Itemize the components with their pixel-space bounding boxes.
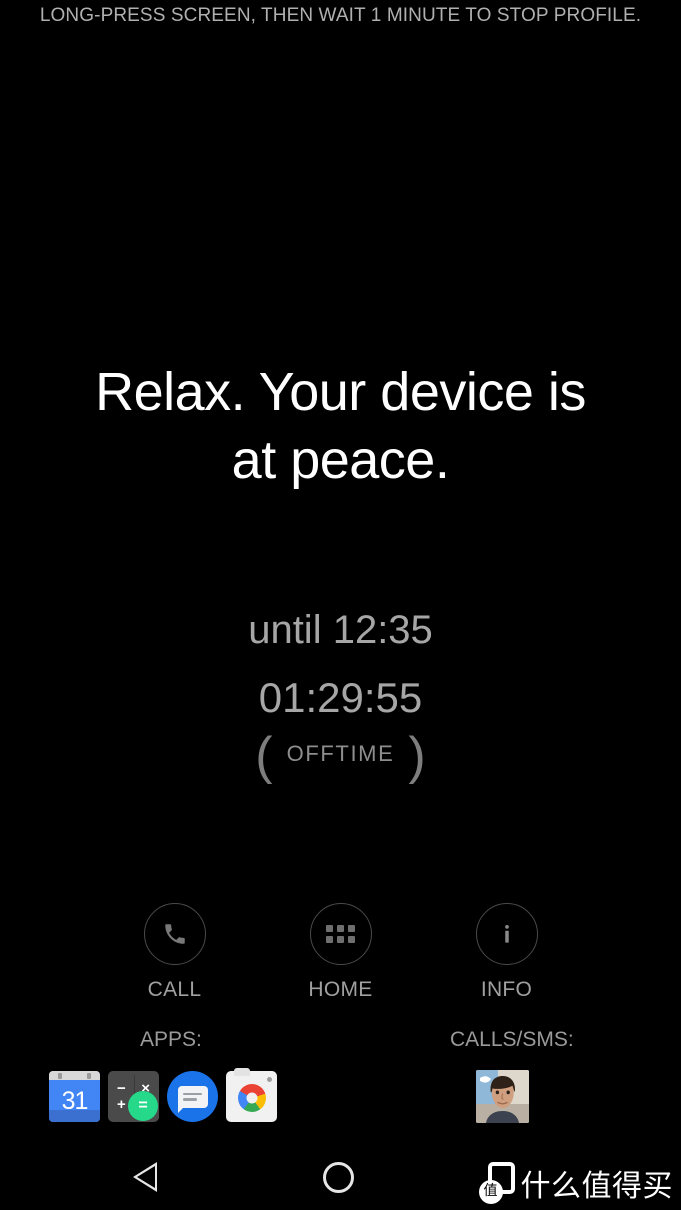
action-home[interactable]: HOME bbox=[275, 903, 407, 1002]
messages-app-icon[interactable] bbox=[167, 1071, 218, 1122]
countdown-timer: 01:29:55 bbox=[258, 674, 423, 721]
apps-section-label: APPS: bbox=[140, 1028, 202, 1051]
action-call[interactable]: CALL bbox=[109, 903, 241, 1002]
paren-open: ( bbox=[255, 727, 273, 785]
calculator-app-icon[interactable]: − × + = bbox=[108, 1071, 159, 1122]
call-button[interactable] bbox=[143, 903, 206, 965]
watermark-text: 什么值得买 bbox=[520, 1169, 673, 1204]
action-button-row: CALL HOME INFO bbox=[0, 903, 681, 1002]
calendar-day-number: 31 bbox=[49, 1080, 100, 1122]
contact-avatar[interactable] bbox=[476, 1070, 529, 1123]
offtime-lock-screen[interactable]: LONG-PRESS SCREEN, THEN WAIT 1 MINUTE TO… bbox=[0, 0, 681, 1210]
page-title: Relax. Your device is at peace. bbox=[0, 358, 681, 494]
camera-hump bbox=[234, 1068, 250, 1076]
timer-block: until 12:35 01:29:55 ( OFFTIME ) bbox=[0, 604, 681, 785]
camera-lens-icon bbox=[237, 1083, 266, 1112]
long-press-hint-banner: LONG-PRESS SCREEN, THEN WAIT 1 MINUTE TO… bbox=[39, 5, 642, 26]
until-time: until 12:35 bbox=[248, 608, 433, 652]
home-button-icon[interactable] bbox=[323, 1162, 354, 1193]
home-apps-button[interactable] bbox=[309, 903, 372, 965]
calculator-equals-glyph: = bbox=[128, 1091, 158, 1121]
section-labels: APPS: CALLS/SMS: bbox=[0, 1028, 681, 1056]
apps-grid-icon bbox=[326, 925, 355, 943]
call-label: CALL bbox=[147, 978, 202, 1001]
paren-close: ) bbox=[408, 727, 426, 785]
system-navigation-bar: 值 什么值得买 bbox=[0, 1142, 681, 1210]
headline-line-1: Relax. Your device is bbox=[95, 362, 586, 422]
smzdm-logo-icon: 值 bbox=[478, 1162, 515, 1204]
camera-flash-dot bbox=[267, 1077, 272, 1082]
back-button-icon[interactable] bbox=[133, 1162, 157, 1192]
home-label: HOME bbox=[308, 978, 373, 1001]
calculator-divider bbox=[133, 1075, 135, 1095]
profile-name-label: OFFTIME bbox=[286, 741, 395, 766]
watermark-badge-glyph: 值 bbox=[478, 1180, 503, 1204]
action-info[interactable]: INFO bbox=[441, 903, 573, 1002]
avatar-photo bbox=[476, 1070, 529, 1123]
headline-line-2: at peace. bbox=[231, 430, 450, 490]
info-button[interactable] bbox=[475, 903, 538, 965]
allowed-contacts-list bbox=[476, 1070, 529, 1123]
info-icon bbox=[504, 925, 509, 943]
calculator-plus-glyph: + bbox=[117, 1096, 126, 1113]
calendar-app-icon[interactable]: 31 bbox=[49, 1071, 100, 1122]
calculator-minus-glyph: − bbox=[117, 1080, 126, 1097]
info-label: INFO bbox=[480, 978, 533, 1001]
active-profile: ( OFFTIME ) bbox=[0, 727, 681, 785]
calendar-icon-header bbox=[49, 1071, 100, 1080]
allowed-apps-list: 31 − × + = bbox=[49, 1068, 277, 1122]
speech-bubble-icon bbox=[177, 1085, 208, 1113]
phone-icon bbox=[164, 924, 185, 944]
watermark: 值 什么值得买 bbox=[478, 1162, 674, 1204]
calls-sms-section-label: CALLS/SMS: bbox=[450, 1028, 574, 1051]
camera-app-icon[interactable] bbox=[226, 1068, 277, 1122]
